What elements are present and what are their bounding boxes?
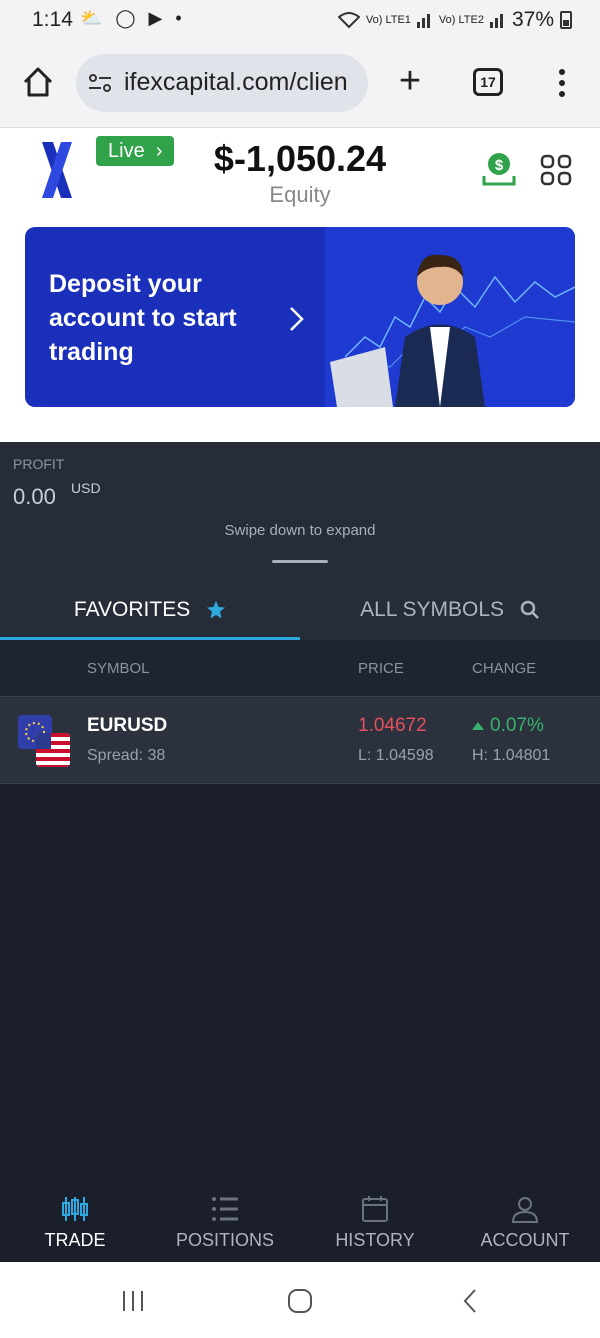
home-nav-icon[interactable]: [285, 1288, 315, 1314]
column-change: CHANGE: [472, 660, 537, 677]
symbol-price: 1.04672: [358, 715, 427, 736]
list-icon: [212, 1197, 238, 1221]
system-navigation-bar: [0, 1262, 600, 1338]
status-time: 1:14: [32, 8, 73, 31]
url-text: ifexcapital.com/clien: [124, 68, 348, 96]
new-tab-button[interactable]: +: [392, 62, 428, 100]
more-menu-icon[interactable]: [552, 66, 572, 102]
symbol-spread: Spread: 38: [87, 747, 166, 764]
browser-toolbar: ifexcapital.com/clien + 17: [0, 40, 600, 128]
nav-trade[interactable]: TRADE: [0, 1194, 150, 1251]
user-icon: [511, 1197, 539, 1223]
battery-percent: 37%: [511, 8, 554, 31]
deposit-icon[interactable]: $: [480, 150, 518, 188]
site-settings-icon[interactable]: [88, 71, 112, 95]
signal-bars-icon: [489, 14, 503, 28]
column-symbol: SYMBOL: [87, 660, 150, 677]
bottom-navigation: TRADE POSITIONS HISTORY ACCOUNT: [0, 1180, 600, 1262]
table-header: SYMBOL PRICE CHANGE: [0, 640, 600, 696]
symbol-low: L: 1.04598: [358, 747, 434, 764]
recent-apps-icon[interactable]: [118, 1288, 148, 1314]
symbol-high: H: 1.04801: [472, 747, 551, 764]
signal-lte2-icon: Vo) LTE2: [438, 14, 484, 26]
banner-text: Deposit your account to start trading: [49, 270, 237, 366]
calendar-icon: [362, 1196, 388, 1222]
home-icon[interactable]: [20, 64, 56, 100]
tab-favorites-label: FAVORITES: [73, 598, 191, 621]
nav-positions-label: POSITIONS: [175, 1230, 274, 1250]
up-arrow-icon: [472, 721, 484, 730]
tab-favorites[interactable]: FAVORITES: [0, 580, 300, 640]
apps-grid-icon[interactable]: [540, 154, 572, 186]
nav-account[interactable]: ACCOUNT: [450, 1194, 600, 1251]
signal-lte1-icon: Vo) LTE1: [365, 14, 411, 26]
symbol-change: 0.07%: [472, 715, 544, 737]
tab-switcher-button[interactable]: 17: [473, 68, 503, 96]
tab-all-symbols-label: ALL SYMBOLS: [360, 598, 505, 621]
chevron-right-icon: [290, 307, 304, 331]
star-icon: [207, 601, 226, 619]
signal-bars-icon: [416, 14, 430, 28]
us-flag-icon: [36, 733, 70, 767]
nav-account-label: ACCOUNT: [480, 1230, 570, 1250]
symbol-name: EURUSD: [87, 715, 168, 736]
profit-unit: USD: [71, 480, 101, 496]
currency-pair-flags: [18, 715, 70, 767]
profit-label: PROFIT: [13, 456, 65, 472]
table-row[interactable]: EURUSD Spread: 38 1.04672 L: 1.04598 0.0…: [0, 696, 600, 784]
drag-handle[interactable]: [272, 560, 328, 563]
back-icon[interactable]: [455, 1288, 485, 1314]
address-bar[interactable]: ifexcapital.com/clien: [76, 54, 368, 112]
wifi-icon: [337, 12, 360, 29]
notification-icons: ⛅ ◯ ▶ •: [80, 8, 186, 28]
nav-history[interactable]: HISTORY: [300, 1194, 450, 1251]
status-bar: 1:14 ⛅ ◯ ▶ • Vo) LTE1 Vo) LTE2 37%: [0, 0, 600, 40]
symbol-tabs: FAVORITES ALL SYMBOLS: [0, 580, 600, 640]
nav-history-label: HISTORY: [335, 1230, 415, 1250]
deposit-banner[interactable]: Deposit your account to start trading: [25, 227, 575, 407]
nav-trade-label: TRADE: [44, 1230, 106, 1250]
status-right: Vo) LTE1 Vo) LTE2 37%: [337, 8, 572, 32]
tab-all-symbols[interactable]: ALL SYMBOLS: [300, 580, 600, 640]
search-icon: [520, 601, 539, 620]
svg-text:$: $: [495, 157, 504, 174]
symbol-change-value: 0.07%: [490, 715, 544, 736]
nav-positions[interactable]: POSITIONS: [150, 1194, 300, 1251]
profit-panel[interactable]: PROFIT 0.00 USD Swipe down to expand: [0, 442, 600, 580]
banner-illustration: [325, 227, 575, 407]
swipe-hint: Swipe down to expand: [224, 522, 376, 539]
app-header: Live › $-1,050.24 Equity $ Deposit your …: [0, 128, 600, 442]
candlestick-icon: [62, 1197, 88, 1221]
battery-icon: [560, 11, 572, 29]
profit-value: 0.00: [13, 484, 56, 509]
column-price: PRICE: [358, 660, 404, 677]
